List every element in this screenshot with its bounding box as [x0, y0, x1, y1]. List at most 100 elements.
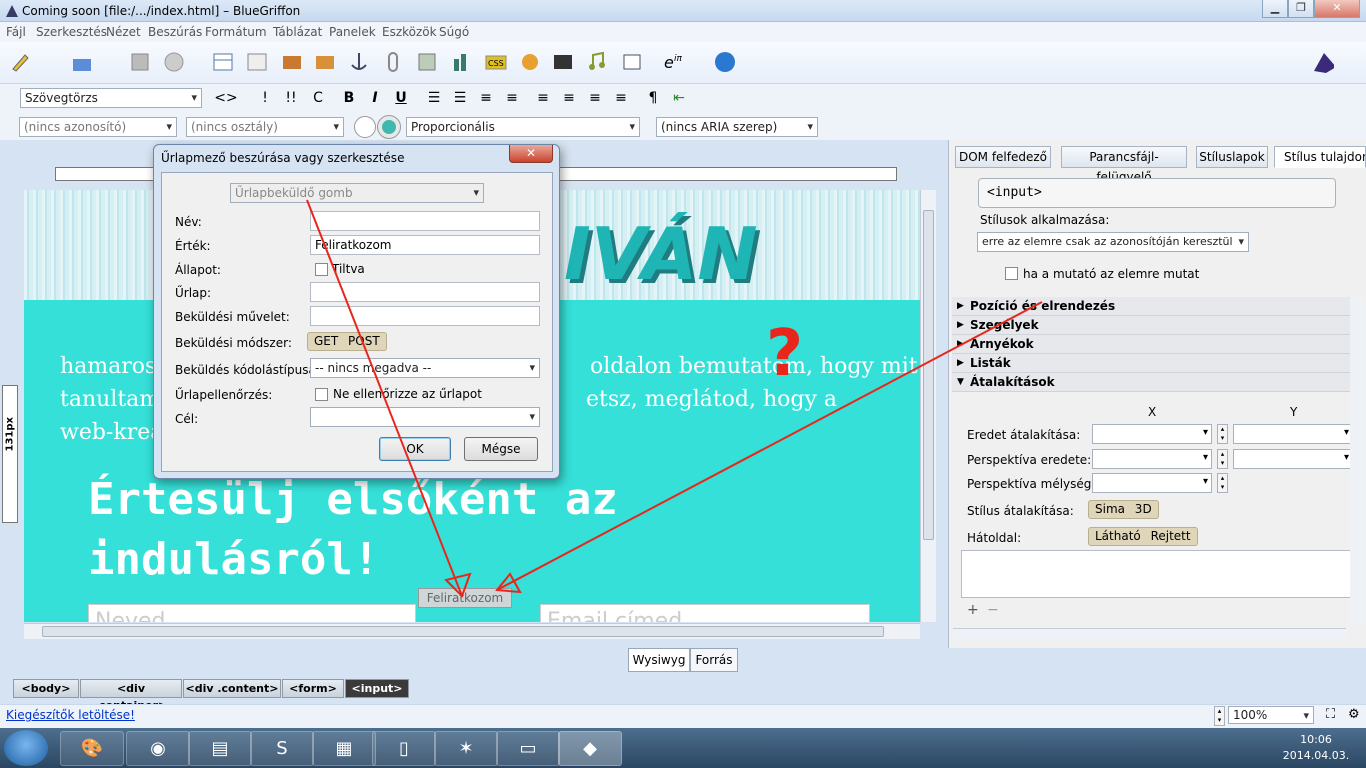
- novalidate-checkbox[interactable]: [315, 388, 328, 401]
- email-input[interactable]: Email címed: [540, 604, 870, 622]
- bullet-list-icon[interactable]: ☰: [424, 89, 444, 107]
- menu-format[interactable]: Formátum: [205, 25, 267, 39]
- addons-link[interactable]: Kiegészítők letöltése!: [6, 708, 135, 722]
- align-right-icon[interactable]: ≡: [585, 89, 605, 107]
- chrome-app-icon[interactable]: ◉: [126, 731, 190, 766]
- tab-stylesheets[interactable]: Stíluslapok: [1196, 146, 1268, 168]
- indent-icon[interactable]: ≡: [502, 89, 522, 107]
- sticky-notes-app-icon[interactable]: ▤: [188, 731, 252, 766]
- breadcrumb-input[interactable]: <input>: [345, 679, 409, 698]
- breadcrumb-content[interactable]: <div .content>: [183, 679, 281, 698]
- name-input[interactable]: Neved: [88, 604, 416, 622]
- stop-icon[interactable]: [162, 50, 186, 74]
- justify-icon[interactable]: ≡: [611, 89, 631, 107]
- explorer-app-icon[interactable]: ▭: [496, 731, 560, 766]
- hover-checkbox[interactable]: [1005, 267, 1018, 280]
- close-button[interactable]: ✕: [1314, 0, 1360, 18]
- apply-styles-select[interactable]: erre az elemre csak az azonosítóján kere…: [977, 232, 1249, 252]
- open-document-icon[interactable]: [70, 50, 94, 74]
- class-select[interactable]: (nincs osztály): [186, 117, 344, 137]
- video-icon[interactable]: [551, 50, 575, 74]
- minimize-button[interactable]: ▁: [1262, 0, 1288, 18]
- disabled-checkbox[interactable]: [315, 263, 328, 276]
- insert-indent-icon[interactable]: ⇤: [669, 89, 689, 107]
- cancel-button[interactable]: Mégse: [464, 437, 538, 461]
- outdent-icon[interactable]: ≡: [476, 89, 496, 107]
- table-icon[interactable]: [211, 50, 235, 74]
- target-select[interactable]: [310, 407, 540, 427]
- grid-icon[interactable]: [245, 50, 269, 74]
- direction-icon[interactable]: ¶: [643, 89, 663, 107]
- picasa-app-icon[interactable]: ✶: [434, 731, 498, 766]
- preview-globe-icon[interactable]: [713, 50, 737, 74]
- tab-source[interactable]: Forrás: [690, 648, 738, 672]
- text-color-icon[interactable]: [354, 116, 376, 138]
- panel-horizontal-scrollbar[interactable]: [953, 628, 1346, 642]
- anchor-icon[interactable]: [347, 50, 371, 74]
- menu-help[interactable]: Súgó: [439, 25, 469, 39]
- zoom-select[interactable]: 100%: [1228, 706, 1314, 724]
- remove-transform-button[interactable]: −: [987, 602, 999, 618]
- settings-icon[interactable]: ⚙: [1348, 707, 1360, 722]
- form-icon[interactable]: [313, 50, 337, 74]
- name-field[interactable]: [310, 211, 540, 231]
- align-center-icon[interactable]: ≡: [559, 89, 579, 107]
- menu-panels[interactable]: Panelek: [329, 25, 376, 39]
- tab-wysiwyg[interactable]: Wysiwyg: [628, 648, 690, 672]
- underline-button[interactable]: U: [391, 89, 411, 107]
- font-family-select[interactable]: Proporcionális: [406, 117, 640, 137]
- save-icon[interactable]: [128, 50, 152, 74]
- bluegriffon-task-icon[interactable]: ◆: [558, 731, 622, 766]
- maximize-button[interactable]: ❐: [1288, 0, 1314, 18]
- dialog-close-button[interactable]: ✕: [509, 145, 553, 163]
- start-button[interactable]: [4, 730, 48, 766]
- chart-icon[interactable]: [450, 50, 474, 74]
- strong-button[interactable]: !!: [281, 89, 301, 107]
- enctype-select[interactable]: -- nincs megadva --: [310, 358, 540, 378]
- transform-origin-x-spinner[interactable]: ▴ ▾: [1217, 424, 1228, 444]
- method-toggle[interactable]: GET POST: [307, 332, 387, 351]
- menu-insert[interactable]: Beszúrás: [148, 25, 202, 39]
- control-panel-app-icon[interactable]: ▦: [312, 731, 376, 766]
- section-shadows[interactable]: ▶ Árnyékok: [952, 335, 1352, 354]
- math-icon[interactable]: e iπ: [662, 50, 686, 74]
- new-document-icon[interactable]: [8, 50, 32, 74]
- image-icon[interactable]: [280, 50, 304, 74]
- section-borders[interactable]: ▶ Szegélyek: [952, 316, 1352, 335]
- perspective-depth-select[interactable]: [1092, 473, 1212, 493]
- backface-toggle[interactable]: Látható Rejtett: [1088, 527, 1198, 546]
- css-icon[interactable]: CSS: [484, 50, 508, 74]
- transform-origin-x-select[interactable]: [1092, 424, 1212, 444]
- fullscreen-icon[interactable]: ⛶: [1326, 707, 1335, 722]
- transform-list[interactable]: [961, 550, 1353, 598]
- audio-icon[interactable]: [585, 50, 609, 74]
- window-icon[interactable]: [620, 50, 644, 74]
- paragraph-style-select[interactable]: Szövegtörzs: [20, 88, 202, 108]
- editor-horizontal-scrollbar[interactable]: [24, 623, 920, 639]
- menu-file[interactable]: Fájl: [6, 25, 26, 39]
- taskbar-clock[interactable]: 10:06 2014.04.03.: [1276, 732, 1356, 764]
- perspective-origin-x-select[interactable]: [1092, 449, 1212, 469]
- menu-table[interactable]: Táblázat: [273, 25, 322, 39]
- form-field[interactable]: [310, 282, 540, 302]
- tab-dom-explorer[interactable]: DOM felfedező: [955, 146, 1051, 168]
- perspective-origin-y-select[interactable]: [1233, 449, 1353, 469]
- menu-edit[interactable]: Szerkesztés: [36, 25, 107, 39]
- signup-heading[interactable]: Értesülj elsőként az indulásról!: [88, 470, 888, 590]
- editor-hscroll-thumb[interactable]: [42, 626, 884, 637]
- breadcrumb-form[interactable]: <form>: [282, 679, 344, 698]
- italic-button[interactable]: I: [365, 89, 385, 107]
- value-field[interactable]: Feliratkozom: [310, 235, 540, 255]
- emphasis-button[interactable]: !: [255, 89, 275, 107]
- numbered-list-icon[interactable]: ☰: [450, 89, 470, 107]
- script-icon[interactable]: [518, 50, 542, 74]
- transform-style-toggle[interactable]: Sima 3D: [1088, 500, 1159, 519]
- breadcrumb-body[interactable]: <body>: [13, 679, 79, 698]
- section-lists[interactable]: ▶ Listák: [952, 354, 1352, 373]
- editor-vscroll-thumb[interactable]: [923, 210, 934, 540]
- editor-vertical-scrollbar[interactable]: [920, 190, 936, 622]
- ok-button[interactable]: OK: [379, 437, 451, 461]
- breadcrumb-container[interactable]: <div .container>: [80, 679, 182, 712]
- transform-origin-y-select[interactable]: [1233, 424, 1353, 444]
- section-transforms[interactable]: ▼ Átalakítások: [952, 373, 1352, 392]
